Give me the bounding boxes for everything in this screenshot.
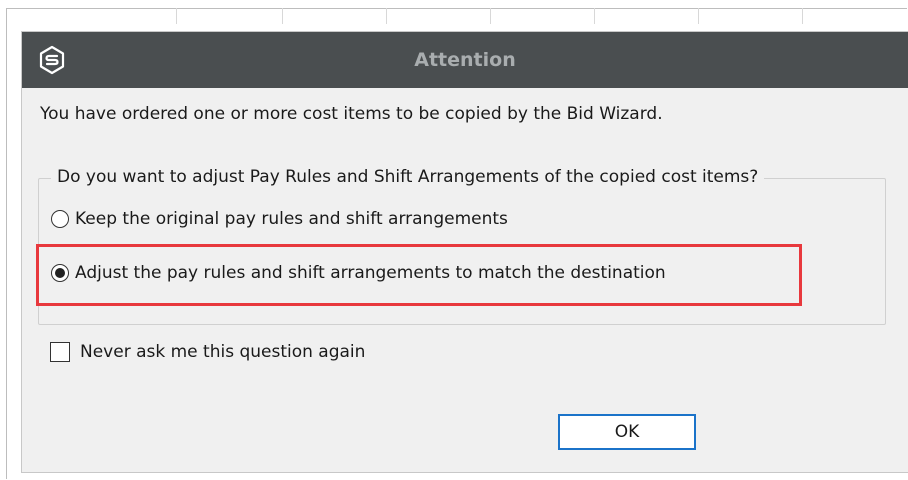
background-divider: [802, 8, 803, 24]
background-divider: [698, 8, 699, 24]
background-divider: [594, 8, 595, 24]
background-divider: [386, 8, 387, 24]
question-group-legend: Do you want to adjust Pay Rules and Shif…: [51, 167, 765, 187]
dialog-message: You have ordered one or more cost items …: [40, 104, 663, 124]
background-divider: [282, 8, 283, 24]
radio-button[interactable]: [51, 210, 69, 228]
option-keep-original[interactable]: Keep the original pay rules and shift ar…: [51, 209, 508, 229]
title-bar[interactable]: Attention: [22, 32, 908, 88]
option-keep-original-label: Keep the original pay rules and shift ar…: [75, 209, 508, 229]
never-ask-checkbox[interactable]: [50, 342, 70, 362]
highlight-box: [36, 244, 802, 306]
background-divider: [176, 8, 177, 24]
never-ask-checkbox-row[interactable]: Never ask me this question again: [50, 342, 365, 362]
never-ask-label: Never ask me this question again: [80, 342, 366, 362]
ok-button[interactable]: OK: [558, 414, 696, 450]
dialog-title: Attention: [414, 49, 516, 71]
attention-dialog: Attention You have ordered one or more c…: [22, 32, 908, 472]
background-divider: [490, 8, 491, 24]
